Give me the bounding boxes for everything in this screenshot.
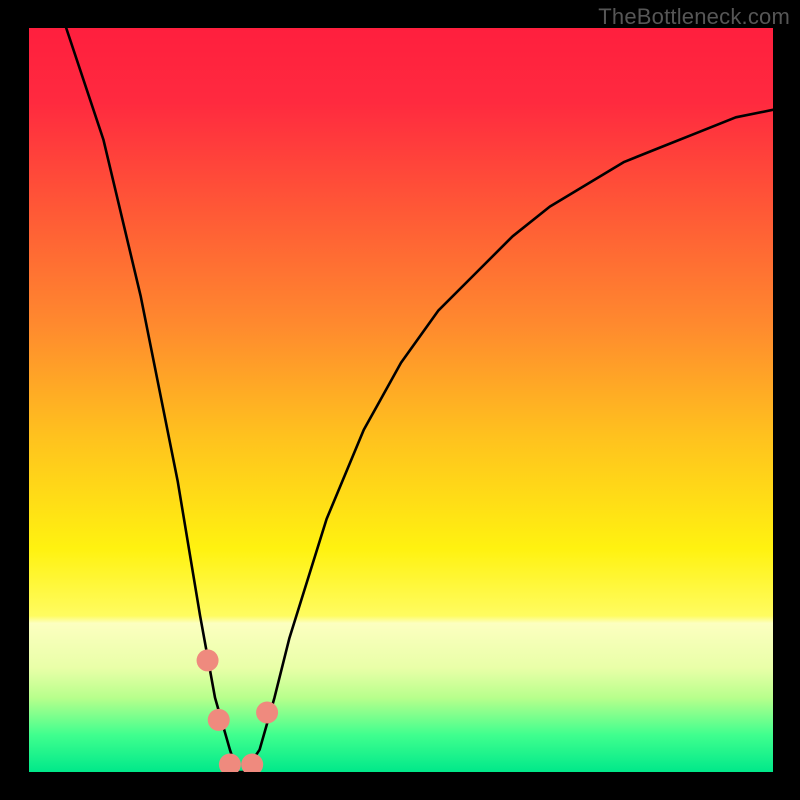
- right-edge-marker: [256, 701, 278, 723]
- left-edge-marker: [197, 649, 219, 671]
- bottleneck-plot: [29, 28, 773, 772]
- heat-gradient: [29, 28, 773, 772]
- watermark-text: TheBottleneck.com: [598, 4, 790, 30]
- left-inner-marker: [208, 709, 230, 731]
- chart-stage: TheBottleneck.com: [0, 0, 800, 800]
